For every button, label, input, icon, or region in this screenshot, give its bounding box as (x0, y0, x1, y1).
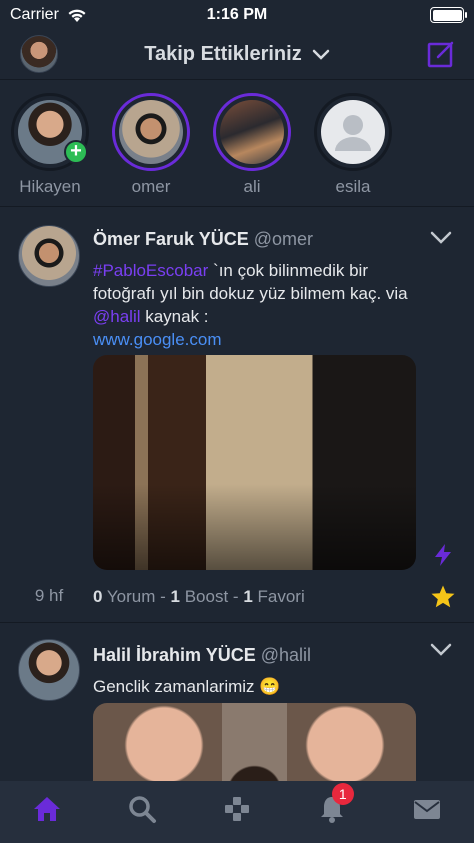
story-ring (213, 93, 291, 171)
feed-selector[interactable]: Takip Ettikleriniz (144, 43, 329, 66)
post-image[interactable] (93, 703, 416, 781)
story-ring (314, 93, 392, 171)
compose-icon[interactable] (426, 39, 456, 69)
story-esila[interactable]: esila (313, 93, 393, 197)
story-omer[interactable]: omer (111, 93, 191, 197)
battery-icon (430, 7, 467, 23)
status-left: Carrier (10, 6, 87, 24)
post-card: Ömer Faruk YÜCE @omer #PabloEscobar `ın … (0, 207, 474, 623)
app-screen: Carrier 1:16 PM Takip Ettikleriniz + Hik… (0, 0, 474, 843)
post-image[interactable] (93, 355, 416, 570)
story-name: Hikayen (19, 177, 81, 196)
story-ring (112, 93, 190, 171)
story-avatar (119, 100, 183, 164)
comment-count: 0 (93, 587, 103, 606)
tab-bar: 1 (0, 781, 474, 843)
gamepad-icon (224, 797, 249, 821)
stat-separator: - (228, 587, 244, 606)
boost-icon[interactable] (430, 542, 456, 568)
author-handle[interactable]: @halil (261, 645, 311, 665)
story-own[interactable]: + Hikayen (10, 93, 90, 197)
tab-games[interactable] (217, 789, 257, 829)
post-header: Ömer Faruk YÜCE @omer (93, 229, 313, 250)
status-bar: Carrier 1:16 PM (0, 0, 474, 30)
chevron-down-icon[interactable] (430, 231, 452, 245)
tab-search[interactable] (122, 789, 162, 829)
page-title: Takip Ettikleriniz (144, 43, 302, 65)
post-text-part: kaynak : (140, 307, 209, 326)
star-icon[interactable] (430, 584, 456, 610)
carrier-label: Carrier (10, 6, 59, 23)
post-stats: 0 Yorum - 1 Boost - 1 Favori (93, 587, 305, 607)
header-bar: Takip Ettikleriniz (0, 30, 474, 80)
wifi-icon (68, 9, 86, 22)
search-icon (129, 796, 157, 823)
tab-home[interactable] (27, 789, 67, 829)
story-avatar (220, 100, 284, 164)
home-icon (34, 797, 61, 821)
add-story-icon[interactable]: + (64, 140, 88, 164)
post-card: Halil İbrahim YÜCE @halil Genclik zamanl… (0, 623, 474, 781)
stories-row: + Hikayen omer ali esila (0, 81, 474, 207)
post-header: Halil İbrahim YÜCE @halil (93, 645, 311, 666)
story-ali[interactable]: ali (212, 93, 292, 197)
favorite-count: 1 (243, 587, 253, 606)
url-link[interactable]: www.google.com (93, 330, 222, 349)
boost-count: 1 (170, 587, 180, 606)
comment-label[interactable]: Yorum (107, 587, 156, 606)
chevron-down-icon[interactable] (430, 643, 452, 657)
story-name: omer (131, 177, 171, 196)
boost-label[interactable]: Boost (185, 587, 228, 606)
post-time: 9 hf (34, 586, 64, 605)
chevron-down-icon (312, 49, 329, 60)
author-avatar[interactable] (18, 639, 80, 701)
story-name: ali (243, 177, 261, 196)
author-handle[interactable]: @omer (254, 229, 313, 249)
author-name[interactable]: Halil İbrahim YÜCE (93, 645, 256, 665)
post-text: #PabloEscobar `ın çok bilinmedik bir fot… (93, 259, 423, 351)
hashtag-link[interactable]: #PabloEscobar (93, 261, 208, 280)
tab-notifications[interactable]: 1 (312, 783, 354, 829)
author-name[interactable]: Ömer Faruk YÜCE (93, 229, 249, 249)
mention-link[interactable]: @halil (93, 307, 141, 326)
favorite-label[interactable]: Favori (258, 587, 305, 606)
post-text: Genclik zamanlarimiz 😁 (93, 677, 281, 696)
story-name: esila (335, 177, 371, 196)
notification-badge: 1 (331, 783, 354, 805)
default-avatar-icon (321, 100, 385, 164)
story-ring: + (11, 93, 89, 171)
stat-separator: - (155, 587, 171, 606)
author-avatar[interactable] (18, 225, 80, 287)
tab-messages[interactable] (407, 789, 447, 829)
envelope-icon (413, 800, 440, 819)
profile-avatar[interactable] (20, 35, 58, 73)
